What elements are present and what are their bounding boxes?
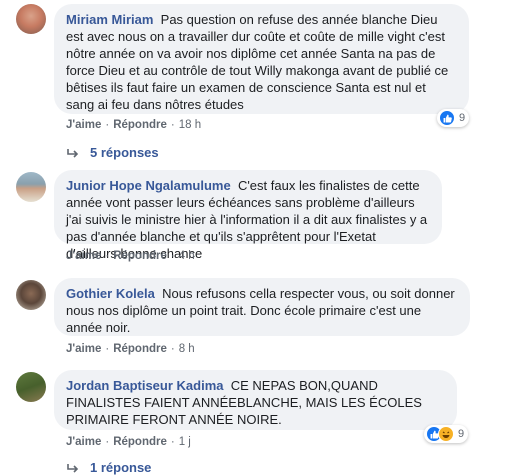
- comment-bubble: Jordan Baptiseur Kadima CE NEPAS BON,QUA…: [54, 370, 457, 430]
- reaction-summary[interactable]: 9: [437, 109, 470, 127]
- separator-dot: ·: [170, 436, 175, 448]
- comment-actions: J'aime · Répondre · 8 h: [66, 343, 195, 355]
- comment-body: Miriam Miriam Pas question on refuse des…: [66, 11, 457, 113]
- comment-actions: J'aime · Répondre · 1 j: [66, 436, 191, 448]
- replies-count: 5 réponses: [90, 145, 159, 160]
- like-link[interactable]: J'aime: [66, 119, 101, 131]
- separator-dot: ·: [170, 250, 175, 262]
- comment-author[interactable]: Jordan Baptiseur Kadima: [66, 378, 224, 393]
- reply-arrow-icon: [67, 148, 79, 158]
- like-link[interactable]: J'aime: [66, 250, 101, 262]
- separator-dot: ·: [105, 250, 110, 262]
- comment-bubble: Miriam Miriam Pas question on refuse des…: [54, 4, 469, 114]
- avatar[interactable]: [16, 372, 46, 402]
- comment-actions: J'aime · Répondre · 18 h: [66, 119, 201, 131]
- view-replies-link[interactable]: 1 réponse: [66, 460, 151, 475]
- reply-link[interactable]: Répondre: [113, 436, 167, 448]
- reply-link[interactable]: Répondre: [113, 343, 167, 355]
- separator-dot: ·: [105, 436, 110, 448]
- comment-body: Jordan Baptiseur Kadima CE NEPAS BON,QUA…: [66, 377, 445, 428]
- comment-author[interactable]: Gothier Kolela: [66, 286, 155, 301]
- reply-arrow-icon: [67, 463, 79, 473]
- separator-dot: ·: [170, 343, 175, 355]
- reaction-count: 9: [458, 428, 465, 440]
- comment-text: Pas question on refuse des année blanche…: [66, 12, 449, 112]
- comment-time[interactable]: 4 h: [179, 250, 195, 262]
- reply-link[interactable]: Répondre: [113, 119, 167, 131]
- separator-dot: ·: [105, 343, 110, 355]
- haha-icon: [438, 426, 454, 442]
- reaction-summary[interactable]: 9: [424, 425, 469, 443]
- comment-bubble: Gothier Kolela Nous refusons cella respe…: [54, 278, 470, 336]
- comment-time[interactable]: 1 j: [179, 436, 191, 448]
- comment-author[interactable]: Miriam Miriam: [66, 12, 153, 27]
- avatar[interactable]: [16, 4, 46, 34]
- replies-count: 1 réponse: [90, 460, 152, 475]
- like-link[interactable]: J'aime: [66, 436, 101, 448]
- like-link[interactable]: J'aime: [66, 343, 101, 355]
- comment-author[interactable]: Junior Hope Ngalamulume: [66, 178, 231, 193]
- comment-bubble: Junior Hope Ngalamulume C'est faux les f…: [54, 170, 442, 261]
- reaction-count: 9: [459, 112, 466, 124]
- comment-time[interactable]: 8 h: [179, 343, 195, 355]
- comment-time[interactable]: 18 h: [179, 119, 201, 131]
- avatar[interactable]: [16, 172, 46, 202]
- like-icon: [439, 110, 455, 126]
- comment-body: Gothier Kolela Nous refusons cella respe…: [66, 285, 458, 336]
- separator-dot: ·: [105, 119, 110, 131]
- comment-actions: J'aime · Répondre · 4 h: [66, 250, 195, 262]
- avatar[interactable]: [16, 280, 46, 310]
- separator-dot: ·: [170, 119, 175, 131]
- reply-link[interactable]: Répondre: [113, 250, 167, 262]
- view-replies-link[interactable]: 5 réponses: [66, 145, 159, 160]
